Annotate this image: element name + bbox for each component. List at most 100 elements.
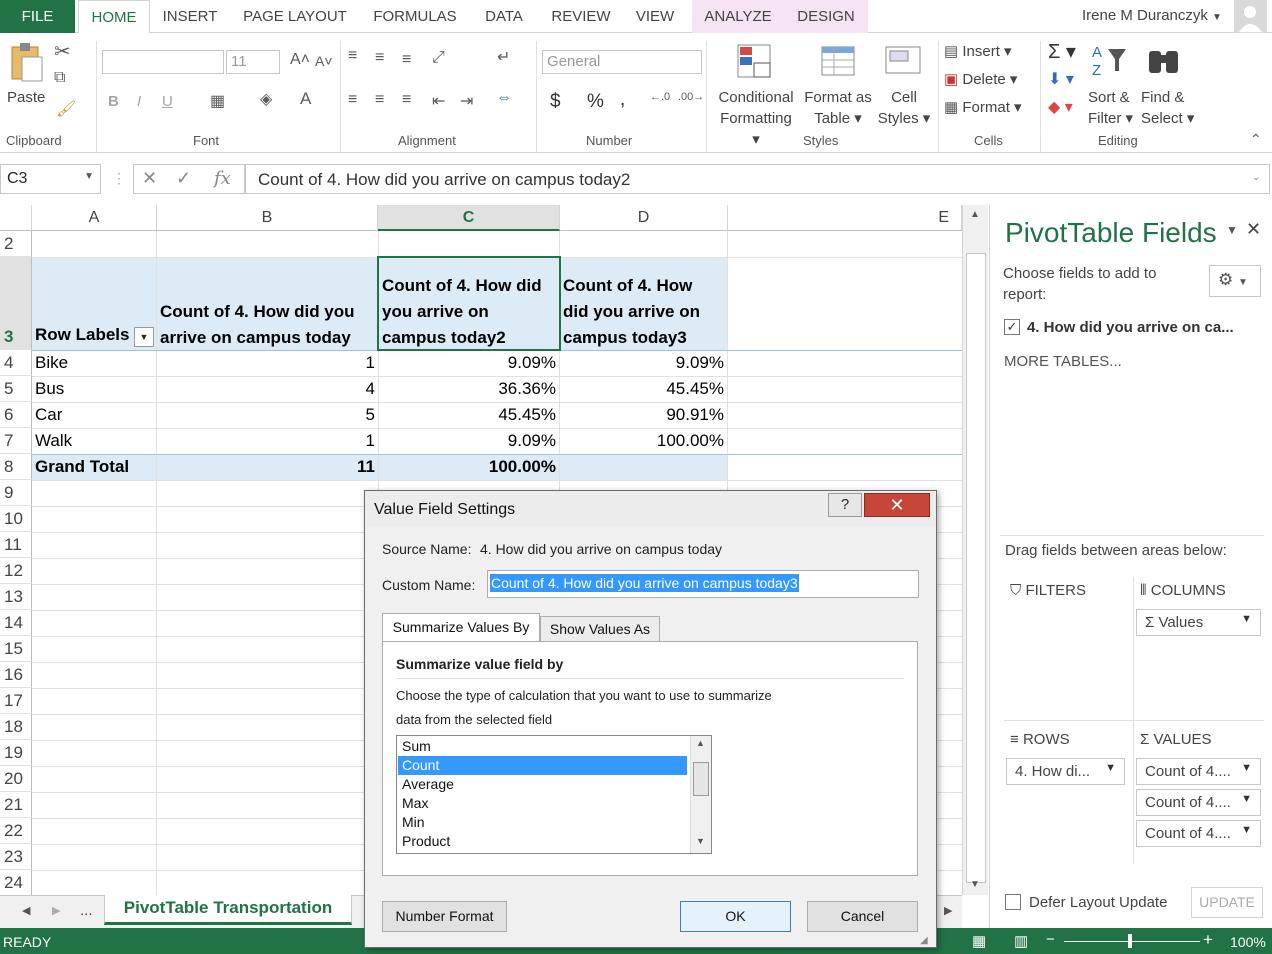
increase-decimal-icon[interactable]: ←.0 <box>650 91 670 103</box>
format-cells-button[interactable]: ▦ Format ▾ <box>944 97 1022 118</box>
name-box[interactable]: C3 ▼ <box>0 164 101 194</box>
cell-styles-button[interactable]: Cell Styles ▾ <box>876 87 932 129</box>
number-format-button[interactable]: Number Format <box>382 901 507 932</box>
format-as-table-icon[interactable] <box>820 43 860 86</box>
font-name-combo[interactable] <box>102 50 224 74</box>
align-top-icon[interactable]: ≡ <box>348 47 357 65</box>
more-sheets[interactable]: ... <box>80 902 93 919</box>
more-tables-link[interactable]: MORE TABLES... <box>1004 353 1122 370</box>
row-header[interactable]: 24 <box>0 870 32 895</box>
pivot-cell-count[interactable]: 1 <box>160 353 375 373</box>
pivot-cell-percent[interactable]: 9.09% <box>382 353 556 373</box>
percent-button[interactable]: % <box>587 91 604 112</box>
find-select-button[interactable]: Find & Select ▾ <box>1141 87 1194 129</box>
column-header-a[interactable]: A <box>32 205 157 231</box>
row-header[interactable]: 18 <box>0 714 32 740</box>
pivot-cell-count[interactable]: 1 <box>160 431 375 451</box>
list-item-product[interactable]: Product <box>398 832 687 851</box>
field-name[interactable]: 4. How did you arrive on ca... <box>1027 319 1234 336</box>
field-settings-gear-icon[interactable]: ⚙ ▼ <box>1209 265 1261 297</box>
pivot-cell-running[interactable]: 9.09% <box>563 353 724 373</box>
page-layout-view-icon[interactable]: ▥ <box>1014 932 1028 950</box>
clear-icon[interactable]: ◆ ▾ <box>1048 97 1073 117</box>
decrease-decimal-icon[interactable]: .00→ <box>678 91 704 103</box>
align-bottom-icon[interactable]: ≡ <box>402 51 411 69</box>
tab-review[interactable]: REVIEW <box>538 0 624 33</box>
tab-insert[interactable]: INSERT <box>150 0 230 33</box>
vertical-scrollbar[interactable]: ▲ ▼ <box>962 205 988 895</box>
zoom-out-icon[interactable]: − <box>1046 931 1055 948</box>
row-header[interactable]: 12 <box>0 558 32 584</box>
number-format-combo[interactable]: General <box>542 50 702 74</box>
row-header[interactable]: 22 <box>0 818 32 844</box>
pivot-cell-running[interactable]: 100.00% <box>563 431 724 451</box>
row-header[interactable]: 7 <box>0 428 32 454</box>
conditional-formatting-icon[interactable] <box>736 43 776 86</box>
row-header-selected[interactable]: 3 <box>0 257 32 350</box>
user-name[interactable]: Irene M Duranczyk ▼ <box>1082 7 1222 24</box>
row-header[interactable]: 20 <box>0 766 32 792</box>
align-center-icon[interactable]: ≡ <box>375 91 384 109</box>
values-field-item[interactable]: Count of 4.... ▼ <box>1136 758 1261 785</box>
enter-icon[interactable]: ✓ <box>176 168 191 189</box>
scroll-down-icon[interactable]: ▼ <box>970 879 980 890</box>
header-count-d[interactable]: Count of 4. How did you arrive on campus t… <box>563 273 725 351</box>
decrease-indent-icon[interactable]: ⇤ <box>432 91 445 111</box>
row-header[interactable]: 9 <box>0 480 32 506</box>
row-header[interactable]: 17 <box>0 688 32 714</box>
filter-dropdown-icon[interactable]: ▼ <box>134 327 154 347</box>
normal-view-icon[interactable]: ▦ <box>972 932 986 950</box>
ok-button[interactable]: OK <box>680 901 791 932</box>
row-header[interactable]: 5 <box>0 376 32 402</box>
next-sheet-icon[interactable]: ▶ <box>52 904 60 917</box>
calculation-listbox[interactable]: Sum Count Average Max Min Product ▲ ▼ <box>396 735 712 854</box>
grand-total-count[interactable]: 11 <box>160 457 375 477</box>
row-header[interactable]: 13 <box>0 584 32 610</box>
custom-name-input[interactable]: Count of 4. How did you arrive on campus… <box>487 570 919 598</box>
hscroll-right-icon[interactable]: ▶ <box>944 904 952 917</box>
fill-color-icon[interactable]: ◈ <box>260 89 272 109</box>
tab-summarize-values-by[interactable]: Summarize Values By <box>382 613 540 642</box>
row-header[interactable]: 21 <box>0 792 32 818</box>
collapse-ribbon-icon[interactable]: ⌃ <box>1250 131 1262 148</box>
columns-values-item[interactable]: Σ Values ▼ <box>1136 609 1261 636</box>
pivot-cell-running[interactable]: 45.45% <box>563 379 724 399</box>
pivot-cell-percent[interactable]: 45.45% <box>382 405 556 425</box>
close-dialog-icon[interactable]: ✕ <box>864 493 930 517</box>
column-header-e[interactable]: E <box>728 205 962 231</box>
font-size-combo[interactable]: 11 <box>226 50 280 74</box>
zoom-in-icon[interactable]: + <box>1203 930 1213 950</box>
align-right-icon[interactable]: ≡ <box>402 91 411 109</box>
list-item-max[interactable]: Max <box>398 794 687 813</box>
italic-button[interactable]: I <box>137 91 141 112</box>
column-header-d[interactable]: D <box>560 205 728 231</box>
paste-button[interactable] <box>8 41 44 83</box>
cancel-icon[interactable]: ✕ <box>142 168 157 189</box>
sort-filter-button[interactable]: Sort & Filter ▾ <box>1088 87 1133 129</box>
pivot-cell-count[interactable]: 4 <box>160 379 375 399</box>
delete-cells-button[interactable]: ▣ Delete ▾ <box>944 69 1017 90</box>
list-item-sum[interactable]: Sum <box>398 737 687 756</box>
pivot-cell-running[interactable]: 90.91% <box>563 405 724 425</box>
prev-sheet-icon[interactable]: ◀ <box>22 904 30 917</box>
defer-layout-label[interactable]: Defer Layout Update <box>1029 894 1167 911</box>
zoom-thumb[interactable] <box>1128 934 1132 948</box>
list-item-count-selected[interactable]: Count <box>398 756 687 775</box>
avatar[interactable] <box>1234 0 1267 33</box>
defer-checkbox[interactable] <box>1005 894 1021 910</box>
tab-data[interactable]: DATA <box>470 0 538 33</box>
pane-options-icon[interactable]: ▼ <box>1226 223 1238 237</box>
row-header[interactable]: 16 <box>0 662 32 688</box>
increase-indent-icon[interactable]: ⇥ <box>460 91 473 111</box>
zoom-slider[interactable] <box>1064 941 1200 942</box>
row-header[interactable]: 23 <box>0 844 32 870</box>
underline-button[interactable]: U <box>162 91 173 112</box>
pivot-cell-count[interactable]: 5 <box>160 405 375 425</box>
scroll-thumb[interactable] <box>966 253 986 883</box>
font-color-icon[interactable]: A <box>300 89 311 109</box>
row-header[interactable]: 15 <box>0 636 32 662</box>
cancel-button[interactable]: Cancel <box>807 901 918 932</box>
list-scroll-down-icon[interactable]: ▼ <box>696 836 705 846</box>
row-header[interactable]: 8 <box>0 454 32 480</box>
list-item-min[interactable]: Min <box>398 813 687 832</box>
